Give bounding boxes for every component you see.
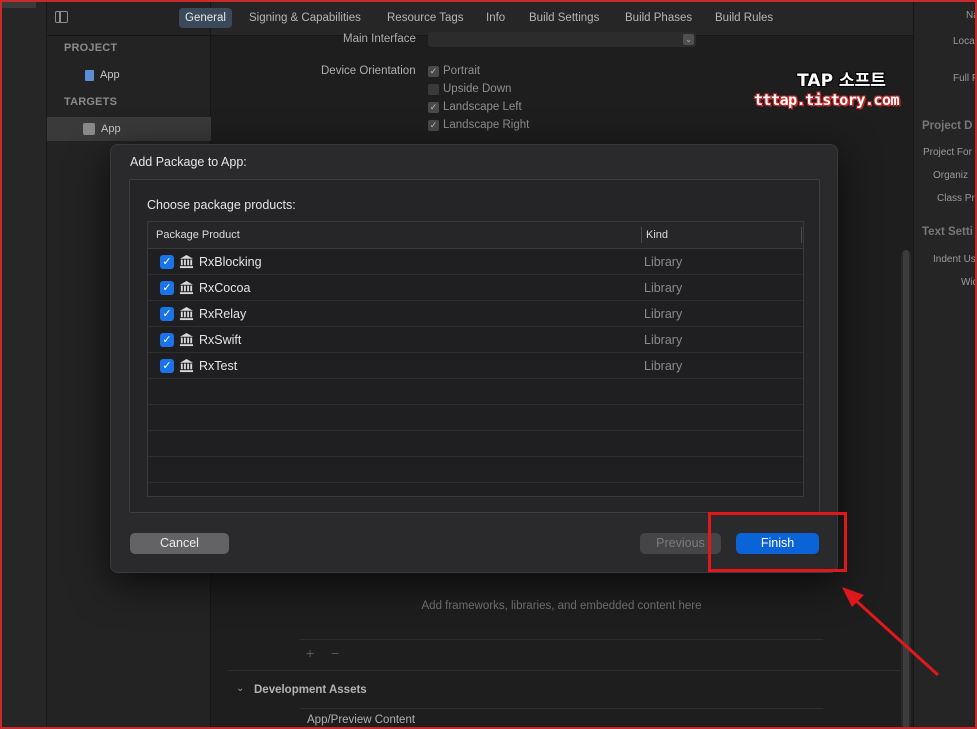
product-name: RxCocoa [199, 281, 251, 295]
add-package-dialog: Add Package to App: Choose package produ… [110, 144, 838, 573]
project-section-header: PROJECT [64, 42, 118, 54]
chevron-updown-icon: ⌄ [683, 34, 694, 45]
frameworks-divider [300, 639, 823, 640]
column-divider[interactable] [641, 227, 642, 243]
class-prefix-label: Class Pr [937, 193, 975, 204]
table-row-empty [148, 457, 803, 483]
library-icon [179, 332, 194, 347]
column-header-package-product[interactable]: Package Product [156, 229, 240, 241]
red-arrow-annotation [842, 587, 940, 677]
library-icon [179, 358, 194, 373]
product-kind: Library [644, 359, 683, 373]
checkbox-checked-icon: ✓ [428, 101, 439, 113]
inspector-name-label: Na [966, 10, 977, 21]
column-divider[interactable] [801, 227, 802, 243]
targets-section-header: TARGETS [64, 96, 118, 108]
dialog-title: Add Package to App: [130, 155, 247, 169]
tab-build-settings[interactable]: Build Settings [523, 8, 605, 28]
left-strip [0, 0, 47, 729]
checkbox-checked-icon[interactable]: ✓ [160, 307, 174, 321]
frameworks-empty-hint: Add frameworks, libraries, and embedded … [421, 600, 702, 612]
orientation-label: Upside Down [443, 83, 512, 95]
orientation-label: Landscape Right [443, 119, 530, 131]
cancel-button[interactable]: Cancel [130, 533, 229, 554]
library-icon [179, 306, 194, 321]
tab-info[interactable]: Info [480, 8, 511, 28]
navigator-item-target-app[interactable]: App [47, 117, 211, 141]
sidebar-toggle-icon[interactable] [55, 11, 68, 23]
tab-build-phases[interactable]: Build Phases [619, 8, 698, 28]
project-document-header: Project D [922, 120, 973, 132]
project-format-label: Project For [923, 147, 972, 158]
app-target-icon [83, 123, 95, 135]
add-framework-button[interactable]: + [306, 645, 314, 661]
product-name: RxTest [199, 359, 238, 373]
text-settings-header: Text Setti [922, 226, 973, 238]
checkbox-checked-icon[interactable]: ✓ [160, 359, 174, 373]
product-kind: Library [644, 281, 683, 295]
chevron-down-icon[interactable]: ⌄ [236, 683, 244, 694]
checkbox-checked-icon[interactable]: ✓ [160, 281, 174, 295]
app-preview-content-item[interactable]: App/Preview Content [307, 714, 415, 726]
table-header: Package Product Kind [148, 222, 803, 249]
table-row-empty [148, 431, 803, 457]
watermark-title: TAP 소프트 [797, 71, 886, 91]
checkbox-checked-icon: ✓ [428, 119, 439, 131]
tab-resource-tags[interactable]: Resource Tags [381, 8, 470, 28]
tab-build-rules[interactable]: Build Rules [709, 8, 779, 28]
tab-general[interactable]: General [179, 8, 232, 28]
tab-signing-capabilities[interactable]: Signing & Capabilities [243, 8, 367, 28]
widths-label: Wid [961, 277, 977, 288]
orientation-upside-down[interactable]: ✓ Upside Down [428, 83, 511, 95]
development-assets-title: Development Assets [254, 684, 367, 696]
orientation-label: Portrait [443, 65, 481, 77]
package-products-panel: Choose package products: Package Product… [129, 179, 820, 513]
product-kind: Library [644, 255, 683, 269]
assets-divider [300, 708, 823, 709]
table-row[interactable]: ✓ RxTest Library [148, 353, 803, 379]
finish-highlight-annotation [708, 512, 847, 572]
product-name: RxSwift [199, 333, 242, 347]
organization-label: Organiz [933, 170, 969, 181]
product-name: RxBlocking [199, 255, 262, 269]
watermark-url: tttap.tistory.com [754, 91, 900, 109]
checkbox-unchecked-icon: ✓ [428, 83, 439, 95]
panel-title: Choose package products: [147, 198, 296, 212]
checkbox-checked-icon[interactable]: ✓ [160, 255, 174, 269]
navigator-item-label: App [101, 123, 121, 135]
column-header-kind[interactable]: Kind [646, 229, 668, 241]
navigator-item-project-app[interactable]: App [47, 63, 211, 87]
main-interface-popup[interactable]: ⌄ [428, 32, 696, 47]
left-strip-tab [0, 0, 36, 8]
main-interface-label: Main Interface [343, 33, 416, 45]
project-file-icon [85, 69, 94, 81]
navigator-item-label: App [100, 69, 120, 81]
inspector-location-label: Loca [953, 36, 975, 47]
table-row-empty [148, 379, 803, 405]
product-kind: Library [644, 307, 683, 321]
indent-using-label: Indent Us [933, 254, 976, 265]
orientation-label: Landscape Left [443, 101, 522, 113]
section-divider [228, 670, 900, 671]
orientation-portrait[interactable]: ✓ Portrait [428, 65, 480, 77]
library-icon [179, 280, 194, 295]
table-row[interactable]: ✓ RxCocoa Library [148, 275, 803, 301]
remove-framework-button[interactable]: − [331, 645, 339, 661]
product-name: RxRelay [199, 307, 247, 321]
orientation-landscape-right[interactable]: ✓ Landscape Right [428, 119, 529, 131]
checkbox-checked-icon: ✓ [428, 65, 439, 77]
table-row-empty [148, 405, 803, 431]
table-row[interactable]: ✓ RxSwift Library [148, 327, 803, 353]
table-row[interactable]: ✓ RxBlocking Library [148, 249, 803, 275]
inspector-full-path-label: Full P [953, 73, 977, 84]
device-orientation-label: Device Orientation [321, 65, 416, 77]
orientation-landscape-left[interactable]: ✓ Landscape Left [428, 101, 522, 113]
product-kind: Library [644, 333, 683, 347]
table-row[interactable]: ✓ RxRelay Library [148, 301, 803, 327]
blog-watermark: TAP 소프트 tttap.tistory.com [754, 66, 900, 109]
checkbox-checked-icon[interactable]: ✓ [160, 333, 174, 347]
package-products-table: Package Product Kind ✓ RxBlocking Librar… [147, 221, 804, 497]
library-icon [179, 254, 194, 269]
